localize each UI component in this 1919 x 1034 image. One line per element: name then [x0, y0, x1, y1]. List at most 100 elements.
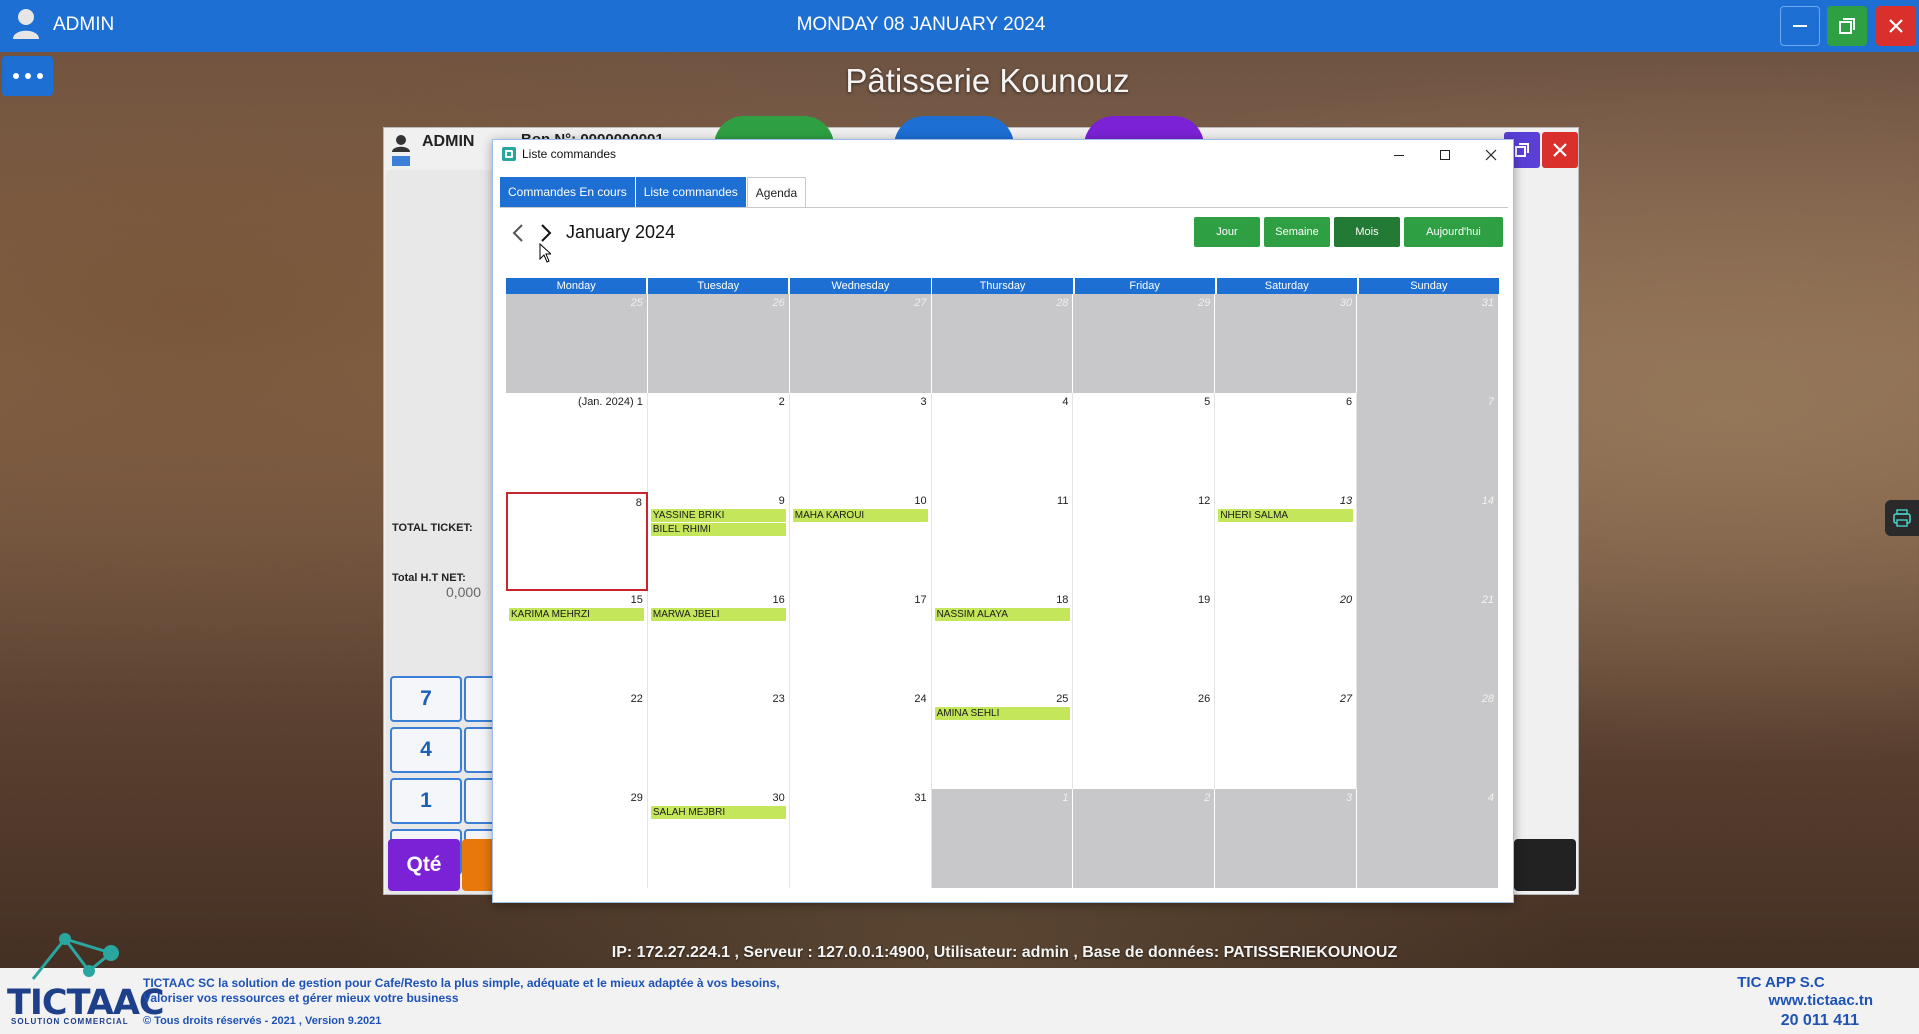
calendar-day-cell[interactable]: 4: [1357, 789, 1500, 888]
calendar-day-cell[interactable]: 5: [1073, 393, 1216, 492]
calendar-day-cell[interactable]: 17: [789, 591, 932, 690]
footer-tagline-1: TICTAAC SC la solution de gestion pour C…: [143, 976, 780, 990]
restore-button[interactable]: [1827, 6, 1867, 46]
admin-icon: [392, 135, 410, 166]
calendar-event[interactable]: YASSINE BRIKI: [650, 509, 786, 522]
calendar-day-cell[interactable]: 18 NASSIM ALAYA: [931, 591, 1074, 690]
calendar-week-row: 25 26 27 28 29 30 31: [506, 294, 1500, 393]
calendar-event[interactable]: MARWA JBELI: [650, 608, 786, 621]
tab-commandes-en-cours[interactable]: Commandes En cours: [500, 177, 636, 207]
footer-tagline-2: Valoriser vos ressources et gérer mieux …: [143, 991, 459, 1005]
calendar-day-cell[interactable]: 2: [1073, 789, 1216, 888]
day-number: 5: [1204, 396, 1211, 408]
calendar-day-cell[interactable]: 16 MARWA JBELI: [647, 591, 790, 690]
calendar-day-cell[interactable]: 26: [1073, 690, 1216, 789]
tab-agenda[interactable]: Agenda: [746, 177, 807, 207]
close-app-button[interactable]: [1876, 6, 1916, 46]
pos-close-button[interactable]: [1542, 132, 1578, 168]
close-icon: [1553, 143, 1567, 157]
calendar-day-cell[interactable]: 25: [506, 294, 648, 393]
calendar-day-cell[interactable]: 22: [506, 690, 648, 789]
calendar-day-cell[interactable]: 11: [931, 492, 1074, 591]
calendar-day-cell[interactable]: 28: [931, 294, 1074, 393]
calendar-event[interactable]: NHERI SALMA: [1218, 509, 1354, 522]
calendar-day-cell[interactable]: 15 KARIMA MEHRZI: [506, 591, 648, 690]
calendar-week-row: 15 KARIMA MEHRZI 16 MARWA JBELI 17 18 NASSIM A…: [506, 591, 1500, 690]
day-number: 21: [1481, 594, 1495, 606]
logo-subtitle: SOLUTION COMMERCIAL: [11, 1017, 129, 1026]
calendar-day-cell[interactable]: 25 AMINA SEHLI: [931, 690, 1074, 789]
calendar-event[interactable]: NASSIM ALAYA: [934, 608, 1070, 621]
day-number: 15: [630, 594, 643, 606]
today-button[interactable]: Aujourd'hui: [1404, 217, 1503, 247]
calendar-day-cell[interactable]: 29: [506, 789, 648, 888]
calendar-day-cell[interactable]: 27: [1215, 690, 1358, 789]
dialog-close-button[interactable]: [1480, 145, 1502, 165]
current-date: MONDAY 08 JANUARY 2024: [796, 14, 1046, 35]
calendar-day-cell[interactable]: 21: [1357, 591, 1500, 690]
calendar-day-cell[interactable]: 3: [789, 393, 932, 492]
pos-dark-button[interactable]: [1514, 839, 1576, 891]
calendar-day-cell[interactable]: 20: [1215, 591, 1358, 690]
calendar-event[interactable]: SALAH MEJBRI: [650, 806, 786, 819]
close-icon: [1889, 19, 1903, 33]
prev-month-button[interactable]: [508, 220, 528, 246]
view-month-button[interactable]: Mois: [1334, 217, 1400, 247]
calendar-week-row: 29 30 SALAH MEJBRI 31 1 2 3 4: [506, 789, 1500, 888]
weekday-tuesday: Tuesday: [648, 278, 789, 294]
calendar-day-cell[interactable]: 4: [931, 393, 1074, 492]
calendar-day-cell[interactable]: 29: [1073, 294, 1216, 393]
total-ticket-label: TOTAL TICKET:: [392, 522, 473, 534]
dialog-minimize-button[interactable]: [1388, 145, 1410, 165]
dialog-maximize-button[interactable]: [1434, 145, 1456, 165]
keypad-4[interactable]: 4: [390, 727, 462, 773]
view-day-button[interactable]: Jour: [1194, 217, 1260, 247]
calendar-day-cell[interactable]: 3: [1215, 789, 1358, 888]
weekday-header: Monday Tuesday Wednesday Thursday Friday…: [506, 278, 1500, 294]
calendar-event[interactable]: BILEL RHIMI: [650, 523, 786, 536]
keypad-stub[interactable]: [464, 676, 494, 722]
tab-liste-commandes[interactable]: Liste commandes: [635, 177, 747, 207]
keypad-1[interactable]: 1: [390, 778, 462, 824]
calendar-day-today[interactable]: 8: [506, 492, 648, 591]
calendar-day-cell[interactable]: 10 MAHA KAROUI: [789, 492, 932, 591]
calendar-day-cell[interactable]: 24: [789, 690, 932, 789]
calendar-day-cell[interactable]: 9 YASSINE BRIKI BILEL RHIMI: [647, 492, 790, 591]
dialog-titlebar[interactable]: Liste commandes: [493, 140, 1513, 170]
minimize-button[interactable]: [1780, 6, 1820, 46]
weekday-thursday: Thursday: [932, 278, 1073, 294]
calendar-day-cell[interactable]: 30 SALAH MEJBRI: [647, 789, 790, 888]
day-number: 3: [1346, 792, 1353, 804]
calendar-day-cell[interactable]: 6: [1215, 393, 1358, 492]
calendar-event[interactable]: MAHA KAROUI: [792, 509, 928, 522]
calendar-day-cell[interactable]: 30: [1215, 294, 1358, 393]
view-week-button[interactable]: Semaine: [1264, 217, 1330, 247]
calendar-day-cell[interactable]: 23: [647, 690, 790, 789]
calendar-day-cell[interactable]: 12: [1073, 492, 1216, 591]
calendar-day-cell[interactable]: 31: [789, 789, 932, 888]
orange-button-stub[interactable]: [462, 839, 492, 891]
calendar-day-cell[interactable]: 26: [647, 294, 790, 393]
calendar-day-cell[interactable]: 1: [931, 789, 1074, 888]
chevron-left-icon: [512, 224, 523, 242]
side-panel-toggle[interactable]: [1885, 500, 1919, 536]
footer-website[interactable]: www.tictaac.tn: [1769, 992, 1873, 1009]
calendar-day-cell[interactable]: 27: [789, 294, 932, 393]
calendar-day-cell[interactable]: 14: [1357, 492, 1500, 591]
calendar-day-cell[interactable]: 31: [1357, 294, 1500, 393]
calendar-day-cell[interactable]: 19: [1073, 591, 1216, 690]
calendar-day-cell[interactable]: 2: [647, 393, 790, 492]
calendar-day-cell[interactable]: 13 NHERI SALMA: [1215, 492, 1358, 591]
day-number: 8: [635, 497, 642, 509]
keypad-stub[interactable]: [464, 778, 494, 824]
calendar-event[interactable]: KARIMA MEHRZI: [509, 608, 644, 621]
weekday-saturday: Saturday: [1216, 278, 1357, 294]
day-number: 26: [772, 297, 785, 309]
calendar-event[interactable]: AMINA SEHLI: [934, 707, 1070, 720]
calendar-day-cell[interactable]: 28: [1357, 690, 1500, 789]
qte-button[interactable]: Qté: [388, 839, 460, 891]
calendar-day-cell[interactable]: 7: [1357, 393, 1500, 492]
keypad-stub[interactable]: [464, 727, 494, 773]
calendar-day-cell[interactable]: (Jan. 2024) 1: [506, 393, 648, 492]
keypad-7[interactable]: 7: [390, 676, 462, 722]
